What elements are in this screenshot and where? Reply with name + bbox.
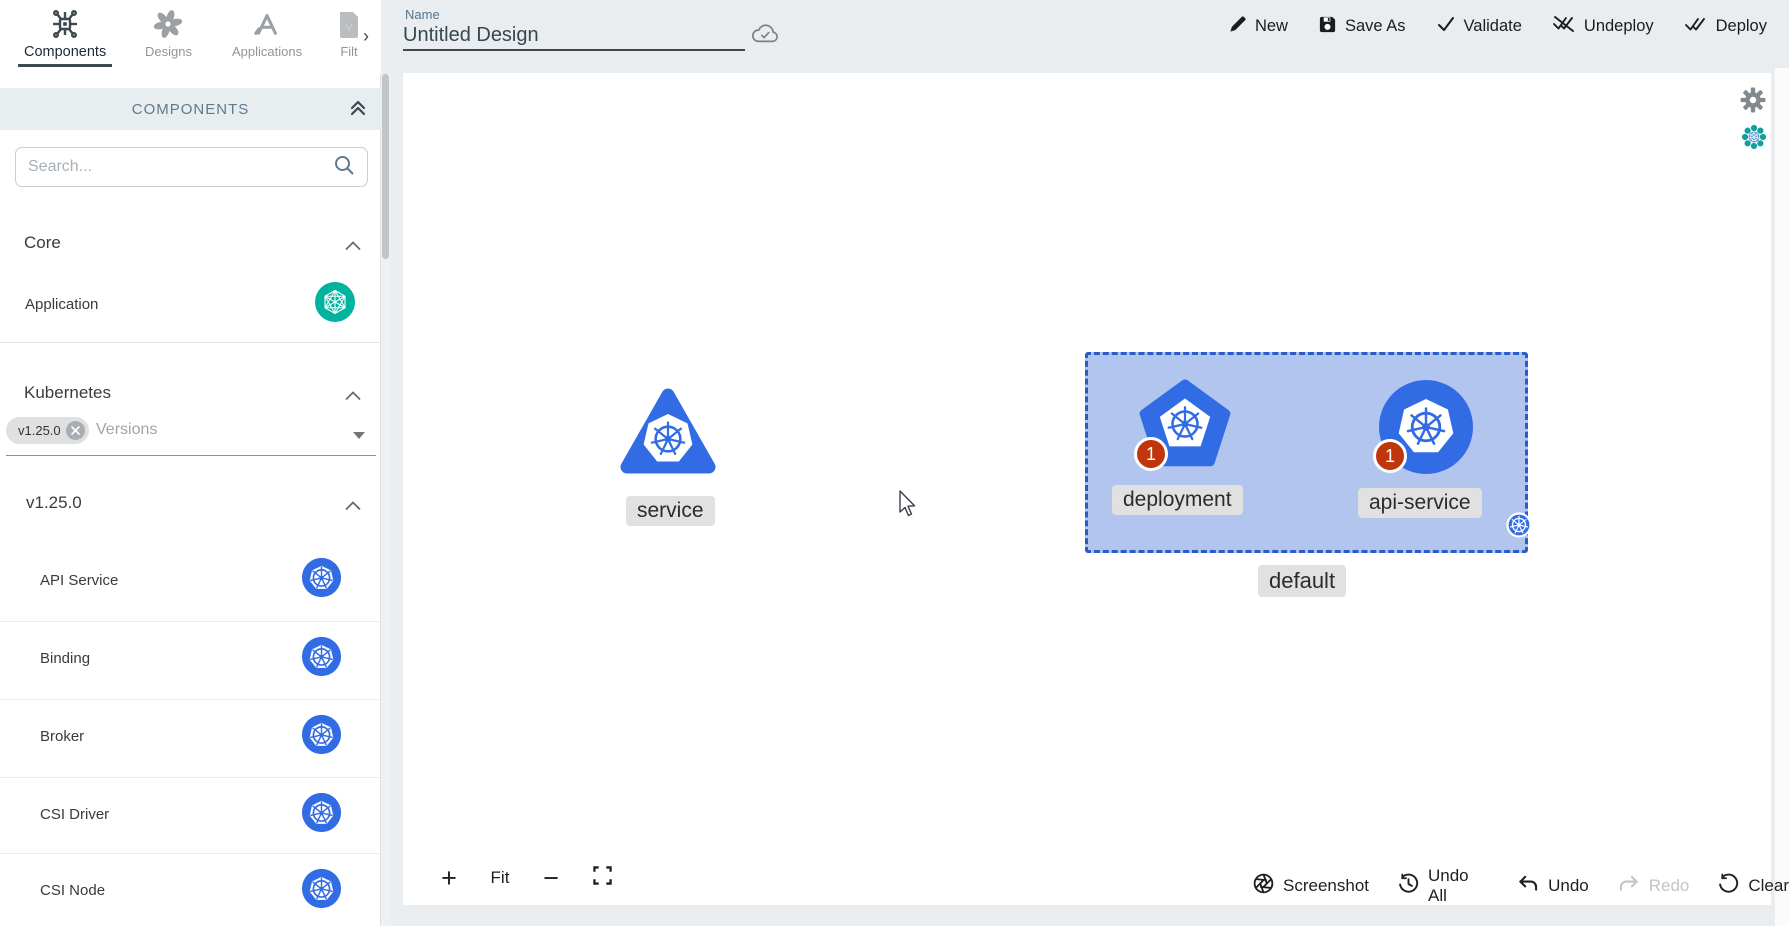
- kubernetes-icon: [301, 557, 342, 603]
- versions-underline: [6, 455, 376, 456]
- zoom-controls: + Fit −: [437, 866, 614, 890]
- component-item-api-service[interactable]: API Service: [0, 543, 381, 617]
- undeploy-button[interactable]: Undeploy: [1552, 14, 1654, 39]
- filters-icon: V: [338, 6, 360, 42]
- fit-button[interactable]: Fit: [488, 868, 512, 888]
- kubernetes-icon: [301, 868, 342, 914]
- tabs-scroll-right-icon[interactable]: ›: [363, 26, 369, 47]
- redo-icon: [1618, 874, 1640, 898]
- design-name-input[interactable]: [403, 24, 733, 47]
- search-input[interactable]: [28, 158, 333, 176]
- shutter-icon: [1253, 873, 1274, 899]
- tab-label: Applications: [232, 44, 302, 59]
- new-button[interactable]: New: [1228, 15, 1288, 39]
- version-group-title: v1.25.0: [26, 493, 82, 513]
- node-label-api-service[interactable]: api-service: [1358, 488, 1482, 518]
- kubernetes-icon: [301, 636, 342, 682]
- save-as-button[interactable]: Save As: [1318, 15, 1406, 39]
- node-badge-api-service: 1: [1373, 439, 1407, 473]
- tab-components[interactable]: Components: [24, 6, 106, 60]
- component-item-application[interactable]: Application: [0, 283, 381, 325]
- design-name-label: Name: [405, 7, 440, 22]
- remove-version-icon[interactable]: [66, 421, 85, 440]
- core-section-title: Core: [24, 233, 61, 253]
- redo-button[interactable]: Redo: [1618, 874, 1690, 898]
- zoom-out-button[interactable]: −: [539, 866, 563, 890]
- kubernetes-context-icon[interactable]: [1741, 124, 1767, 155]
- component-sidebar: Components Designs: [0, 0, 381, 926]
- group-kubernetes-badge-icon[interactable]: [1506, 512, 1532, 543]
- clear-button[interactable]: Clear: [1718, 873, 1789, 899]
- check-icon: [1436, 15, 1456, 38]
- undo-all-button[interactable]: Undo All: [1398, 866, 1488, 906]
- tab-designs[interactable]: Designs: [145, 6, 192, 59]
- designs-icon: [153, 6, 183, 42]
- panel-header: COMPONENTS: [0, 88, 381, 130]
- meshery-application-icon[interactable]: [315, 282, 355, 327]
- window-scrollbar[interactable]: [1774, 68, 1789, 926]
- zoom-in-button[interactable]: +: [437, 866, 461, 890]
- kubernetes-section-title: Kubernetes: [24, 383, 111, 403]
- tab-label: Filt: [340, 44, 357, 59]
- node-label-deployment[interactable]: deployment: [1112, 485, 1243, 515]
- group-label-default[interactable]: default: [1258, 565, 1346, 597]
- undo-button[interactable]: Undo: [1517, 874, 1589, 898]
- validate-button[interactable]: Validate: [1436, 15, 1522, 38]
- component-item-csi-driver[interactable]: CSI Driver: [0, 777, 381, 851]
- svg-text:V: V: [346, 23, 353, 34]
- kubernetes-icon: [301, 714, 342, 760]
- double-check-slash-icon: [1552, 14, 1576, 39]
- canvas-settings-gear-icon[interactable]: [1740, 87, 1766, 118]
- tab-label: Designs: [145, 44, 192, 59]
- cloud-sync-icon: [750, 22, 780, 51]
- save-icon: [1318, 15, 1337, 39]
- core-collapse-icon[interactable]: [345, 238, 361, 256]
- restore-icon: [1398, 873, 1419, 899]
- component-item-binding[interactable]: Binding: [0, 621, 381, 695]
- sidebar-scrollbar-thumb[interactable]: [382, 74, 389, 259]
- node-service[interactable]: [618, 382, 718, 487]
- kubernetes-icon: [301, 792, 342, 838]
- tab-applications[interactable]: Applications: [232, 6, 302, 59]
- tab-filters[interactable]: V Filt: [338, 6, 360, 59]
- component-search: [15, 147, 368, 187]
- component-item-broker[interactable]: Broker: [0, 699, 381, 773]
- tab-label: Components: [24, 44, 106, 60]
- canvas-action-bar: Screenshot Undo All Undo Redo: [1253, 866, 1789, 906]
- versions-dropdown-icon[interactable]: [353, 432, 365, 439]
- top-action-bar: New Save As Validate Undeploy: [1228, 14, 1767, 39]
- component-item-csi-node[interactable]: CSI Node: [0, 853, 381, 926]
- kubernetes-collapse-icon[interactable]: [345, 388, 361, 406]
- node-badge-deployment: 1: [1134, 437, 1168, 471]
- double-check-icon: [1684, 14, 1708, 39]
- collapse-panel-icon[interactable]: [348, 98, 368, 123]
- versions-placeholder[interactable]: Versions: [96, 421, 157, 439]
- pencil-icon: [1228, 15, 1247, 39]
- version-chip[interactable]: v1.25.0: [6, 417, 89, 444]
- sidebar-scrollbar[interactable]: [381, 74, 391, 926]
- fullscreen-icon[interactable]: [590, 866, 614, 890]
- components-icon: [49, 6, 81, 42]
- sidebar-tabbar: Components Designs: [0, 0, 381, 74]
- deploy-button[interactable]: Deploy: [1684, 14, 1767, 39]
- version-group-collapse-icon[interactable]: [345, 498, 361, 516]
- version-chip-label: v1.25.0: [18, 423, 61, 438]
- node-label-service[interactable]: service: [626, 496, 715, 526]
- section-divider: [0, 342, 381, 343]
- design-name-underline: [403, 49, 745, 51]
- applications-icon: [252, 6, 282, 42]
- search-icon[interactable]: [333, 154, 355, 181]
- panel-title: COMPONENTS: [132, 101, 250, 118]
- screenshot-button[interactable]: Screenshot: [1253, 873, 1369, 899]
- clear-restore-icon: [1718, 873, 1739, 899]
- undo-icon: [1517, 874, 1539, 898]
- item-label: Application: [25, 296, 315, 313]
